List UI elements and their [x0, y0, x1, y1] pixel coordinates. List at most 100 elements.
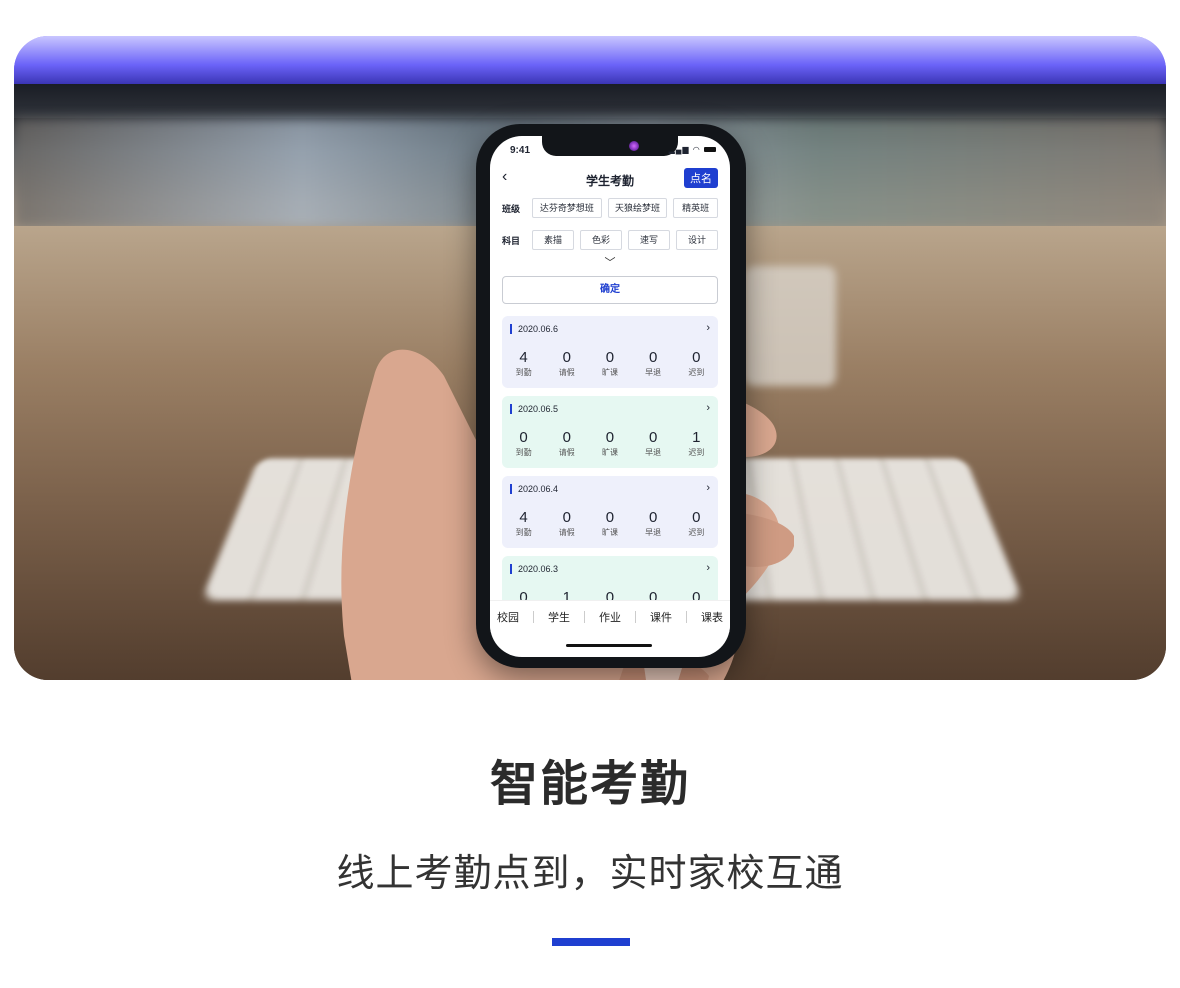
chevron-right-icon: ›	[706, 322, 710, 334]
stat-label: 请假	[558, 528, 575, 537]
feature-title: 智能考勤	[489, 756, 690, 812]
tab-campus[interactable]: 校园	[497, 609, 519, 625]
attendance-card[interactable]: 2020.06.6 › 4 到勤 0 请假 0 旷课 0 早退 0 迟到	[502, 316, 718, 388]
chevron-right-icon: ›	[706, 562, 710, 574]
subject-filter: 科目 素描 色彩 速写 设计	[502, 230, 718, 250]
tab-divider	[533, 611, 534, 623]
subject-chip[interactable]: 色彩	[580, 230, 622, 250]
stat-label: 到勤	[515, 528, 532, 537]
roll-call-button[interactable]: 点名	[684, 168, 718, 188]
confirm-button[interactable]: 确定	[502, 276, 718, 304]
stat: 4 到勤	[506, 350, 542, 378]
battery-icon	[704, 147, 716, 153]
stats-row: 4 到勤 0 请假 0 旷课 0 早退 0 迟到	[502, 350, 718, 378]
accent-divider	[552, 938, 630, 946]
stat-label: 请假	[558, 368, 575, 377]
stat: 0 旷课	[592, 430, 628, 458]
stat-value: 0	[648, 429, 658, 446]
wifi-icon: ◠	[692, 145, 701, 154]
chevron-down-icon[interactable]: ﹀	[490, 254, 730, 270]
stat-value: 0	[648, 509, 658, 526]
subject-chip[interactable]: 设计	[676, 230, 718, 250]
stat-label: 早退	[645, 528, 662, 537]
tab-schedule[interactable]: 课表	[701, 609, 723, 625]
stat-label: 早退	[645, 368, 662, 377]
tab-students[interactable]: 学生	[548, 609, 570, 625]
stat-value: 1	[692, 429, 701, 446]
stat: 0 早退	[635, 350, 671, 378]
record-date: 2020.06.3	[510, 564, 558, 574]
class-chip[interactable]: 精英班	[673, 198, 718, 218]
stat-value: 0	[562, 429, 571, 446]
stats-row: 0 到勤 0 请假 0 旷课 0 早退 1 迟到	[502, 430, 718, 458]
stat-value: 0	[562, 509, 571, 526]
tab-divider	[635, 611, 636, 623]
stat-label: 旷课	[601, 448, 618, 457]
chevron-right-icon: ›	[706, 402, 710, 414]
stat-value: 0	[692, 349, 701, 366]
stat: 0 旷课	[592, 350, 628, 378]
class-chip[interactable]: 天狼绘梦班	[607, 198, 668, 218]
tab-courseware[interactable]: 课件	[650, 609, 672, 625]
phone: 9:41 ▂▄▆ ◠ ‹ 学生考勤 点名 班级 达芬奇梦想班 天狼绘梦班 精英班…	[476, 124, 746, 668]
home-indicator	[566, 644, 652, 647]
stat: 0 早退	[635, 510, 671, 538]
record-date: 2020.06.4	[510, 484, 558, 494]
stat-value: 0	[605, 429, 615, 446]
tab-divider	[584, 611, 585, 623]
stat: 0 请假	[549, 350, 585, 378]
stat-value: 4	[519, 349, 528, 366]
chevron-right-icon: ›	[706, 482, 710, 494]
stat-value: 0	[519, 429, 528, 446]
tab-homework[interactable]: 作业	[599, 609, 621, 625]
stat: 1 迟到	[678, 430, 714, 458]
stat-label: 早退	[645, 448, 662, 457]
subject-chip[interactable]: 速写	[628, 230, 670, 250]
monitor-glow	[14, 36, 1166, 84]
subject-chip[interactable]: 素描	[532, 230, 574, 250]
stat-value: 0	[605, 509, 615, 526]
record-date: 2020.06.6	[510, 324, 558, 334]
stat: 0 旷课	[592, 510, 628, 538]
stat: 0 早退	[635, 430, 671, 458]
feature-subtitle: 线上考勤点到，实时家校互通	[336, 851, 844, 895]
stat-label: 旷课	[601, 368, 618, 377]
stat-label: 到勤	[515, 448, 532, 457]
stat-value: 0	[648, 349, 658, 366]
stat-value: 0	[562, 349, 571, 366]
attendance-card[interactable]: 2020.06.4 › 4 到勤 0 请假 0 旷课 0 早退 0 迟到	[502, 476, 718, 548]
stat: 0 请假	[549, 510, 585, 538]
camera-icon	[629, 141, 639, 151]
stat-value: 0	[605, 349, 615, 366]
stat: 0 到勤	[506, 430, 542, 458]
stat: 4 到勤	[506, 510, 542, 538]
stat-label: 到勤	[515, 368, 532, 377]
bottom-tab-bar: 校园 学生 作业 课件 课表	[490, 600, 730, 633]
monitor-bezel	[14, 84, 1166, 118]
class-chip[interactable]: 达芬奇梦想班	[532, 198, 602, 218]
stat-label: 请假	[558, 448, 575, 457]
attendance-list: 2020.06.6 › 4 到勤 0 请假 0 旷课 0 早退 0 迟到 2020.06.…	[502, 316, 718, 636]
stat-label: 迟到	[688, 448, 705, 457]
subject-label: 科目	[502, 235, 521, 246]
record-date: 2020.06.5	[510, 404, 558, 414]
status-time: 9:41	[510, 145, 531, 156]
stat-value: 4	[519, 509, 528, 526]
stat-label: 迟到	[688, 528, 705, 537]
notch	[542, 136, 678, 156]
stat-label: 旷课	[601, 528, 618, 537]
status-icons: ▂▄▆ ◠	[669, 145, 716, 154]
stat: 0 迟到	[678, 350, 714, 378]
tab-divider	[686, 611, 687, 623]
class-filter: 班级 达芬奇梦想班 天狼绘梦班 精英班	[502, 198, 718, 218]
hero-photo: 9:41 ▂▄▆ ◠ ‹ 学生考勤 点名 班级 达芬奇梦想班 天狼绘梦班 精英班…	[14, 36, 1166, 680]
attendance-card[interactable]: 2020.06.5 › 0 到勤 0 请假 0 旷课 0 早退 1 迟到	[502, 396, 718, 468]
phone-screen: 9:41 ▂▄▆ ◠ ‹ 学生考勤 点名 班级 达芬奇梦想班 天狼绘梦班 精英班…	[490, 136, 730, 657]
stats-row: 4 到勤 0 请假 0 旷课 0 早退 0 迟到	[502, 510, 718, 538]
signal-icon: ▂▄▆	[668, 145, 690, 154]
stat-value: 0	[692, 509, 701, 526]
class-label: 班级	[502, 203, 521, 214]
stat: 0 请假	[549, 430, 585, 458]
stat: 0 迟到	[678, 510, 714, 538]
stat-label: 迟到	[688, 368, 705, 377]
